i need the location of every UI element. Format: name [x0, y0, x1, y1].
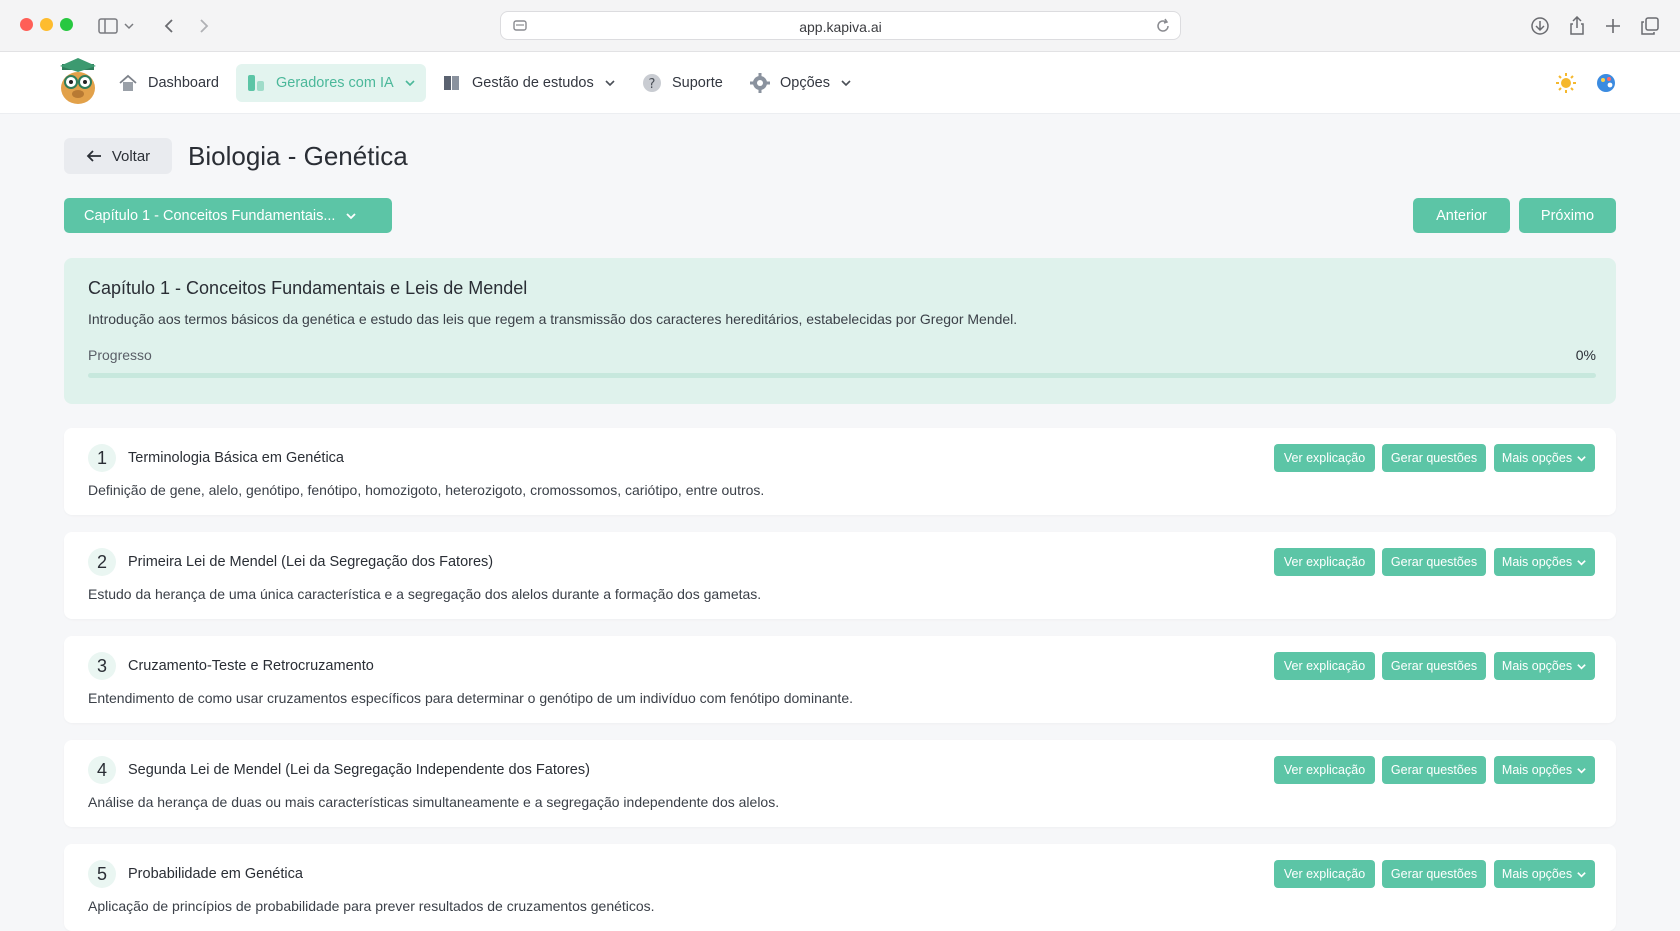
palette-icon[interactable] — [1595, 72, 1617, 94]
topic-description: Estudo da herança de uma única caracterí… — [88, 586, 762, 602]
topic-number: 5 — [88, 860, 116, 888]
forward-arrow-icon[interactable] — [192, 14, 216, 38]
app-navbar: Dashboard Geradores com IA Gestão de est… — [0, 52, 1680, 114]
chapter-title: Capítulo 1 - Conceitos Fundamentais e Le… — [88, 278, 528, 298]
back-button-label: Voltar — [111, 147, 151, 165]
more-options-button[interactable]: Mais opções — [1494, 652, 1595, 680]
nav-opcoes-label: Opções — [780, 75, 830, 91]
topic-number: 2 — [88, 548, 116, 576]
nav-gestao-label: Gestão de estudos — [472, 75, 594, 91]
nav-suporte[interactable]: ? Suporte — [632, 64, 733, 102]
explain-button[interactable]: Ver explicação — [1274, 652, 1375, 680]
chapter-select-value: Capítulo 1 - Conceitos Fundamentais... — [84, 207, 336, 224]
more-options-label: Mais opções — [1501, 555, 1573, 569]
explain-button[interactable]: Ver explicação — [1274, 444, 1375, 472]
topic-title: Probabilidade em Genética — [128, 866, 303, 882]
chapter-select[interactable]: Capítulo 1 - Conceitos Fundamentais... — [64, 198, 392, 233]
explain-button[interactable]: Ver explicação — [1274, 548, 1375, 576]
generate-questions-button[interactable]: Gerar questões — [1382, 548, 1486, 576]
address-bar[interactable]: app.kapiva.ai — [500, 11, 1181, 40]
nav-dashboard[interactable]: Dashboard — [108, 64, 229, 102]
maximize-window-button[interactable] — [60, 18, 73, 31]
browser-toolbar: app.kapiva.ai — [0, 0, 1680, 52]
home-icon — [118, 73, 138, 93]
url-text: app.kapiva.ai — [799, 19, 882, 35]
ai-generator-icon — [246, 73, 266, 93]
chapter-summary-card: Capítulo 1 - Conceitos Fundamentais e Le… — [64, 258, 1616, 404]
progress-label: Progresso — [88, 347, 152, 363]
topic-card: 1 Terminologia Básica em Genética Definiçã… — [64, 428, 1616, 515]
reload-icon[interactable] — [1154, 17, 1172, 35]
chevron-down-icon — [605, 80, 615, 87]
topic-description: Entendimento de como usar cruzamentos es… — [88, 690, 853, 706]
topic-number: 3 — [88, 652, 116, 680]
tab-overview-icon[interactable] — [1638, 14, 1662, 38]
generate-questions-button[interactable]: Gerar questões — [1382, 444, 1486, 472]
more-options-label: Mais opções — [1501, 451, 1573, 465]
gear-icon — [750, 73, 770, 93]
generate-questions-button[interactable]: Gerar questões — [1382, 652, 1486, 680]
kapiva-logo[interactable] — [58, 58, 98, 106]
topic-number: 4 — [88, 756, 116, 784]
more-options-label: Mais opções — [1501, 867, 1573, 881]
explain-button[interactable]: Ver explicação — [1274, 756, 1375, 784]
topic-card: 4 Segunda Lei de Mendel (Lei da Segregaçã… — [64, 740, 1616, 827]
share-icon[interactable] — [1565, 14, 1589, 38]
chapter-description: Introdução aos termos básicos da genétic… — [88, 311, 1018, 327]
nav-geradores[interactable]: Geradores com IA — [236, 64, 426, 102]
books-icon — [442, 73, 462, 93]
topic-card: 2 Primeira Lei de Mendel (Lei da Segregaç… — [64, 532, 1616, 619]
generate-questions-button[interactable]: Gerar questões — [1382, 860, 1486, 888]
arrow-left-icon — [86, 150, 101, 162]
topic-description: Definição de gene, alelo, genótipo, fenó… — [88, 482, 765, 498]
progress-value: 0% — [1575, 347, 1596, 363]
help-icon: ? — [642, 73, 662, 93]
chevron-down-icon — [1577, 871, 1586, 878]
chevron-down-icon — [346, 212, 357, 219]
chevron-down-icon — [841, 80, 851, 87]
download-icon[interactable] — [1528, 14, 1552, 38]
generate-questions-button[interactable]: Gerar questões — [1382, 756, 1486, 784]
progress-bar — [88, 373, 1596, 378]
new-tab-icon[interactable] — [1601, 14, 1625, 38]
more-options-label: Mais opções — [1501, 763, 1573, 777]
close-window-button[interactable] — [20, 18, 33, 31]
topic-title: Cruzamento-Teste e Retrocruzamento — [128, 658, 374, 674]
sun-icon[interactable] — [1555, 72, 1577, 94]
explain-button[interactable]: Ver explicação — [1274, 860, 1375, 888]
previous-button[interactable]: Anterior — [1413, 198, 1510, 233]
nav-opcoes[interactable]: Opções — [740, 64, 862, 102]
topic-card: 3 Cruzamento-Teste e Retrocruzamento Enten… — [64, 636, 1616, 723]
more-options-label: Mais opções — [1501, 659, 1573, 673]
more-options-button[interactable]: Mais opções — [1494, 756, 1595, 784]
topic-card: 5 Probabilidade em Genética Aplicação de p… — [64, 844, 1616, 931]
minimize-window-button[interactable] — [40, 18, 53, 31]
chevron-down-icon — [1577, 767, 1586, 774]
chevron-down-icon — [1577, 455, 1586, 462]
more-options-button[interactable]: Mais opções — [1494, 860, 1595, 888]
topic-title: Primeira Lei de Mendel (Lei da Segregaçã… — [128, 554, 494, 570]
chevron-down-icon — [1577, 559, 1586, 566]
nav-gestao[interactable]: Gestão de estudos — [432, 64, 626, 102]
chevron-down-icon[interactable] — [123, 14, 135, 38]
topic-title: Terminologia Básica em Genética — [128, 450, 344, 466]
nav-dashboard-label: Dashboard — [148, 75, 219, 91]
topic-title: Segunda Lei de Mendel (Lei da Segregação… — [128, 762, 590, 778]
chevron-down-icon — [405, 80, 415, 87]
sidebar-toggle-icon[interactable] — [96, 14, 120, 38]
next-button[interactable]: Próximo — [1519, 198, 1616, 233]
page-title: Biologia - Genética — [188, 141, 408, 171]
more-options-button[interactable]: Mais opções — [1494, 548, 1595, 576]
chevron-down-icon — [1577, 663, 1586, 670]
nav-geradores-label: Geradores com IA — [276, 75, 394, 91]
back-button[interactable]: Voltar — [64, 138, 172, 174]
topic-number: 1 — [88, 444, 116, 472]
nav-suporte-label: Suporte — [672, 75, 723, 91]
back-arrow-icon[interactable] — [157, 14, 181, 38]
svg-text:?: ? — [649, 77, 656, 92]
more-options-button[interactable]: Mais opções — [1494, 444, 1595, 472]
topic-description: Análise da herança de duas ou mais carac… — [88, 794, 780, 810]
topic-description: Aplicação de princípios de probabilidade… — [88, 898, 655, 914]
